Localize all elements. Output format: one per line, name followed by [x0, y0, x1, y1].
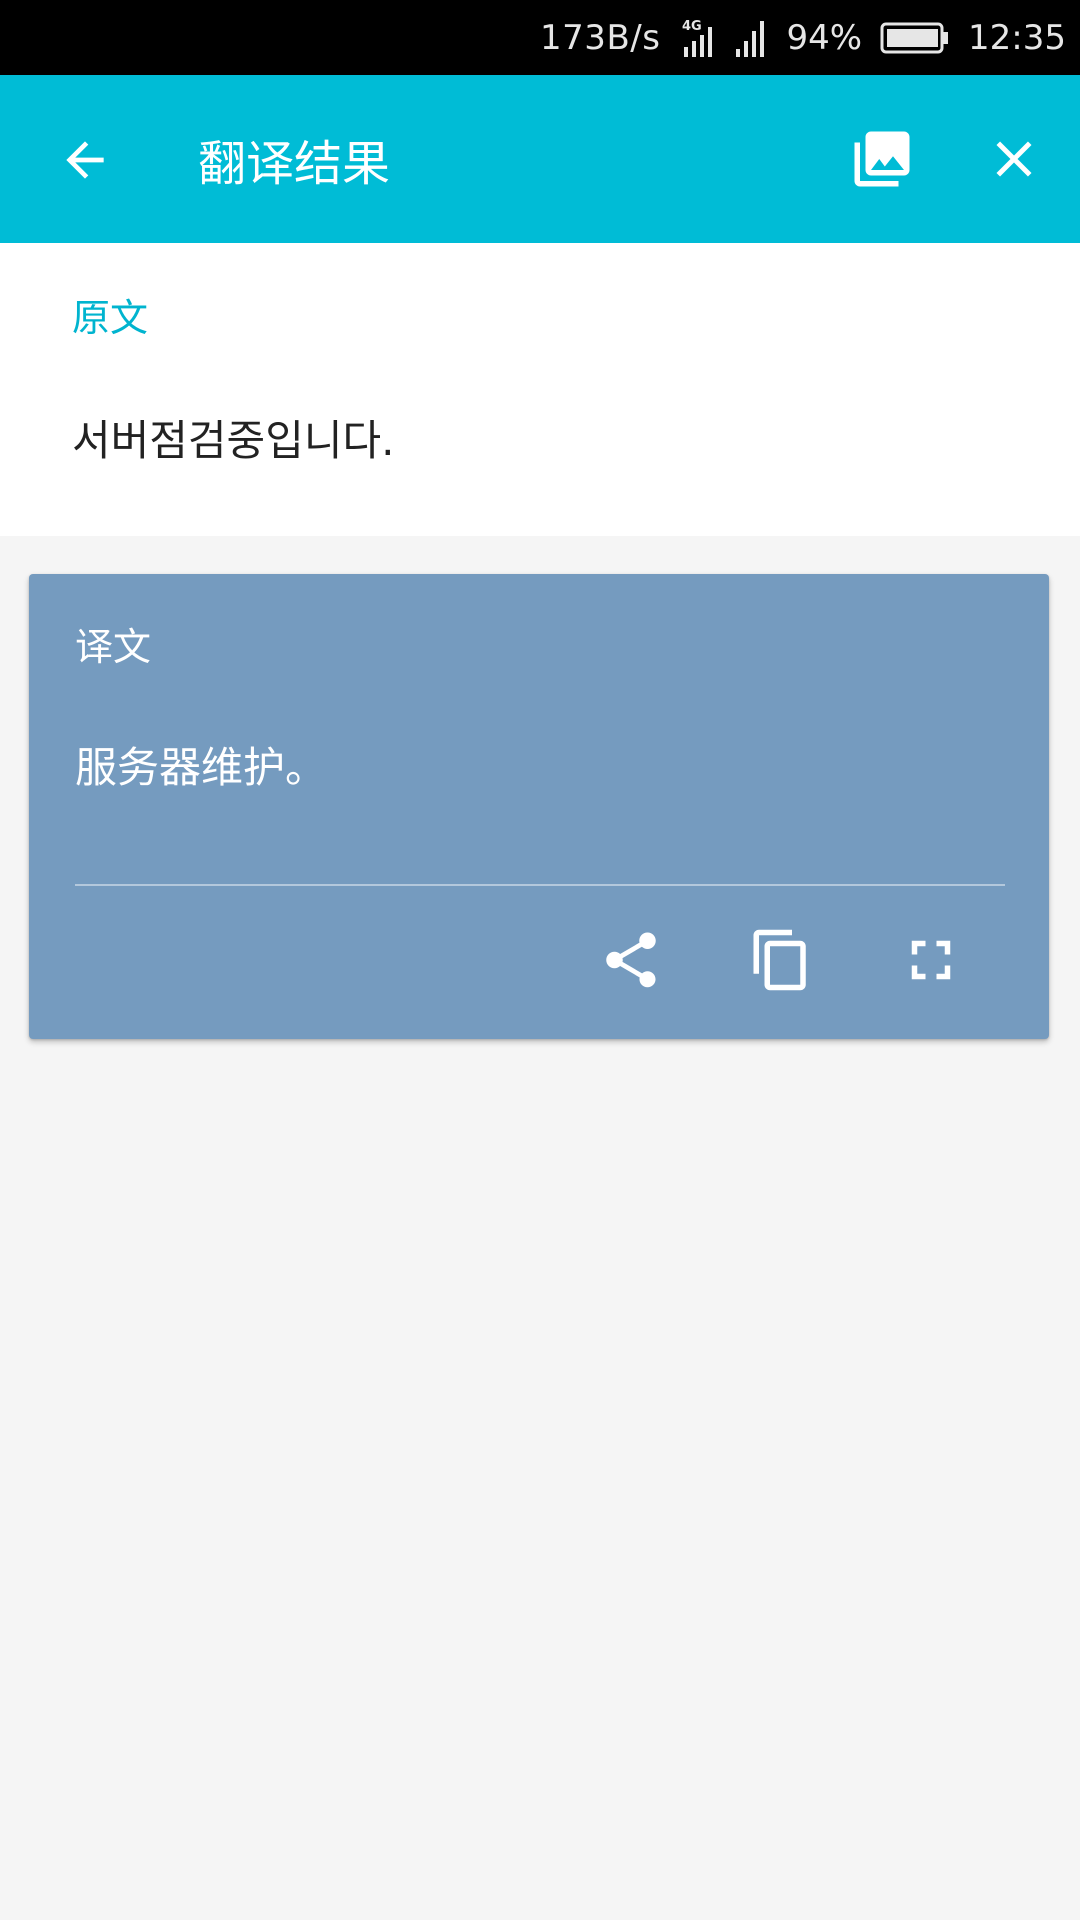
share-button[interactable]: [589, 918, 673, 1002]
battery-percent: 94%: [786, 17, 863, 58]
source-text[interactable]: 서버점검중입니다.: [72, 407, 394, 468]
battery-icon: [880, 21, 950, 55]
target-label: 译文: [75, 625, 152, 669]
translation-card: 译文 服务器维护。: [29, 574, 1049, 1039]
fullscreen-button[interactable]: [889, 918, 973, 1002]
svg-text:4G: 4G: [682, 19, 702, 34]
gallery-icon: [854, 131, 910, 187]
close-button[interactable]: [978, 123, 1050, 195]
close-icon: [996, 141, 1032, 177]
gallery-button[interactable]: [846, 123, 918, 195]
clock: 12:35: [968, 17, 1066, 58]
status-indicators: 173B/s 4G 94% 12:35: [540, 0, 1066, 75]
signal-icon: [734, 19, 768, 57]
page-title: 翻译结果: [198, 136, 391, 192]
card-actions: [29, 886, 1049, 1039]
back-button[interactable]: [50, 125, 120, 195]
status-bar: 173B/s 4G 94% 12:35: [0, 0, 1080, 75]
copy-button[interactable]: [739, 918, 823, 1002]
target-text[interactable]: 服务器维护。: [75, 734, 327, 795]
source-label: 原文: [72, 296, 149, 340]
signal-4g-icon: 4G: [678, 17, 716, 59]
net-speed: 173B/s: [540, 17, 661, 58]
back-arrow-icon: [66, 141, 104, 179]
source-section: 原文 서버점검중입니다.: [0, 243, 1080, 536]
copy-icon: [753, 929, 806, 991]
share-icon: [606, 932, 656, 988]
app-bar: 翻译结果: [0, 75, 1080, 243]
fullscreen-icon: [911, 940, 951, 980]
